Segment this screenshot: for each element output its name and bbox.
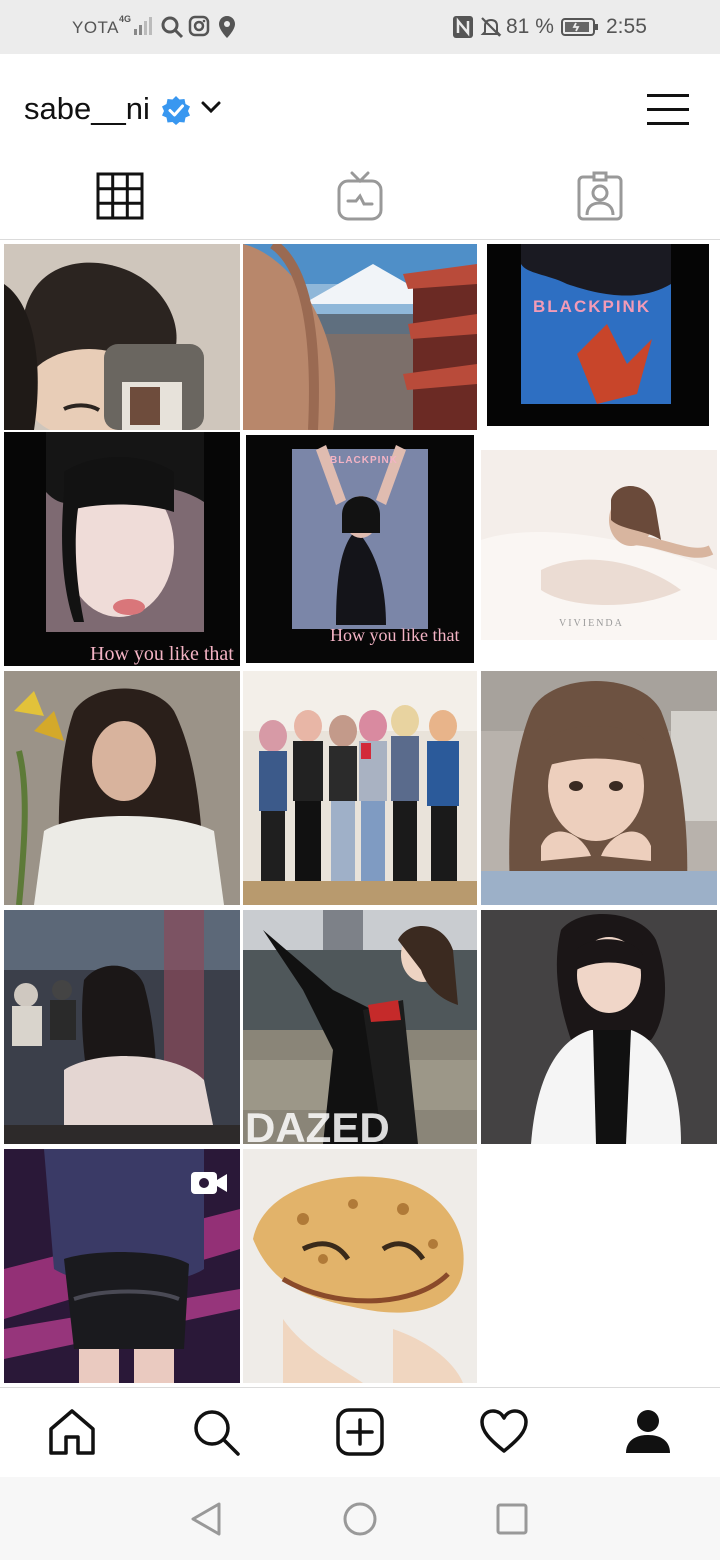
post-overlay-text: BLACKPINK [533,297,651,316]
nfc-icon [452,15,474,44]
post-tile[interactable] [4,1149,240,1383]
search-icon [191,1407,241,1462]
post-tile[interactable] [243,1149,477,1383]
post-tile[interactable] [4,244,240,430]
home-circle-icon [342,1501,378,1542]
system-recents-button[interactable] [492,1501,532,1541]
profile-icon [623,1407,673,1462]
instagram-icon [188,15,210,42]
post-tile[interactable] [481,910,717,1144]
nav-home-button[interactable] [42,1404,102,1464]
verified-badge-icon [161,95,191,130]
profile-username[interactable]: sabe__ni [24,91,150,127]
post-tile[interactable] [481,671,717,905]
post-overlay-text: VIVIENDA [559,618,624,629]
battery-percentage: 81 % [506,15,554,38]
clock: 2:55 [606,15,647,38]
back-icon [189,1501,223,1542]
nav-search-button[interactable] [186,1404,246,1464]
signal-icon [132,15,154,42]
system-home-button[interactable] [340,1501,380,1541]
post-overlay-text: How you like that [90,643,234,665]
system-back-button[interactable] [186,1501,226,1541]
search-icon [160,15,184,44]
add-post-icon [335,1407,385,1462]
post-tile[interactable] [243,671,477,905]
nav-new-post-button[interactable] [330,1404,390,1464]
tab-tagged[interactable] [480,168,720,228]
post-tile[interactable] [4,671,240,905]
system-navigation-bar [0,1477,720,1560]
post-tile[interactable] [4,910,240,1144]
chevron-down-icon[interactable] [200,100,222,119]
post-tile[interactable]: DAZED [243,910,477,1144]
heart-icon [479,1407,529,1462]
post-overlay-text: BLACKPINK [330,455,398,466]
nav-activity-button[interactable] [474,1404,534,1464]
battery-icon [561,17,599,42]
network-type: 4G [119,14,132,24]
home-icon [47,1407,97,1462]
post-tile[interactable] [243,244,477,430]
post-tile[interactable]: BLACKPINK [487,244,709,426]
tagged-person-icon [576,171,624,226]
grid-icon [96,172,144,225]
tab-igtv[interactable] [240,168,480,228]
video-camera-icon [190,1169,228,1197]
mute-icon [479,15,503,44]
profile-header: sabe__ni [0,54,720,164]
tab-posts-grid[interactable] [0,168,240,228]
carrier-name: YOTA [72,18,120,37]
posts-grid: BLACKPINK How you like that BLACKPINK Ho… [0,242,720,1387]
status-bar: YOTA 4G 81 % 2:55 [0,0,720,54]
location-icon [218,15,236,44]
nav-profile-button[interactable] [618,1404,678,1464]
post-tile[interactable]: VIVIENDA [481,450,717,640]
tv-icon [336,171,384,226]
post-overlay-text: How you like that [330,625,459,645]
post-tile[interactable]: How you like that [4,432,240,666]
post-overlay-text: DAZED [245,1104,390,1144]
bottom-navigation [0,1387,720,1477]
post-tile[interactable]: BLACKPINK How you like that [246,435,474,663]
profile-tabs [0,164,720,240]
menu-icon[interactable] [647,92,689,133]
recents-icon [495,1502,529,1541]
